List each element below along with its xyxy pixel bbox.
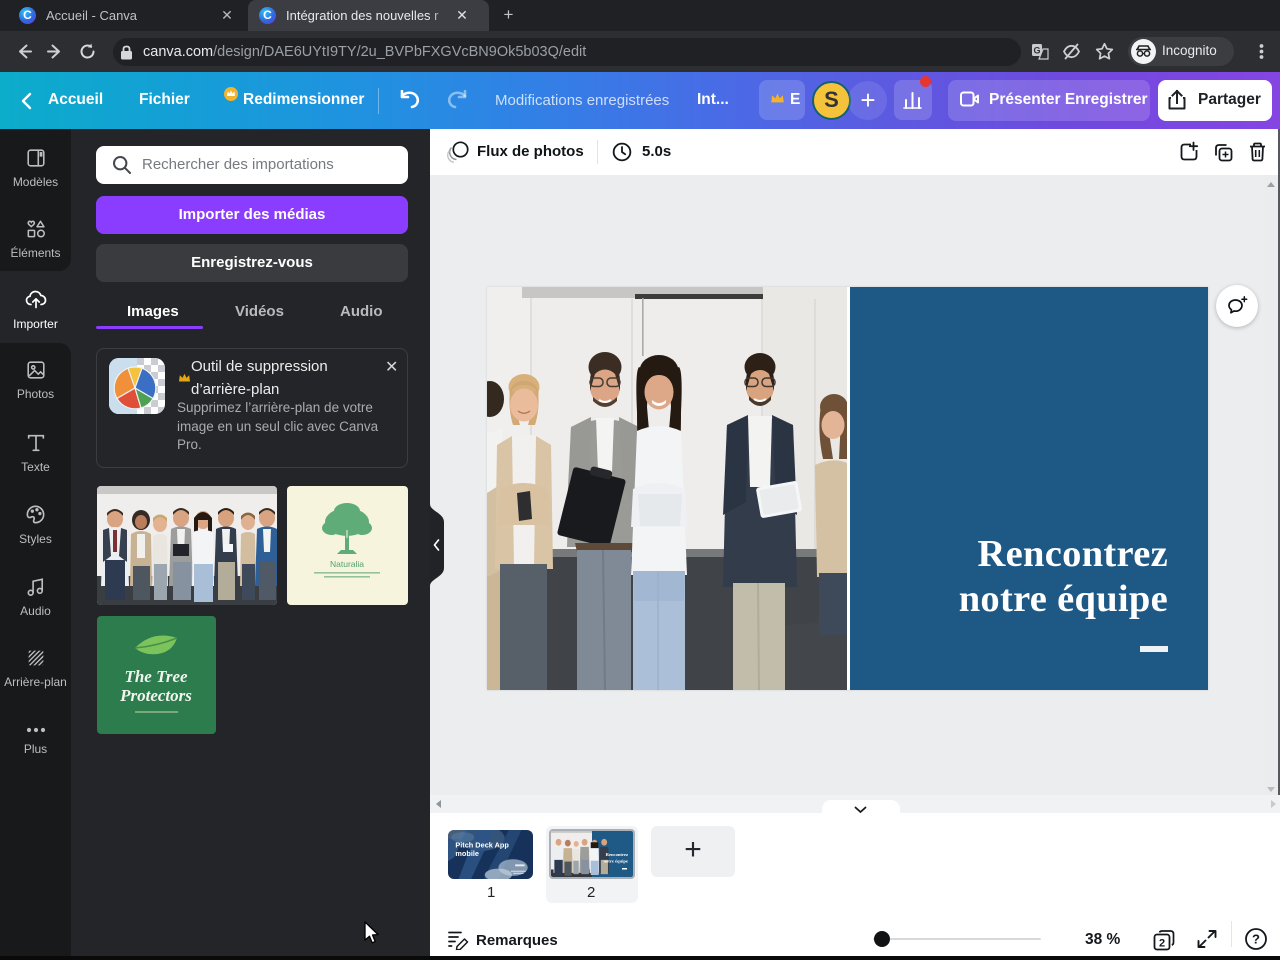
- svg-text:Protectors: Protectors: [119, 686, 192, 705]
- svg-text:The Tree: The Tree: [124, 667, 188, 686]
- svg-text:2: 2: [1159, 938, 1165, 950]
- svg-text:G: G: [1033, 46, 1040, 56]
- svg-text:Rencontrez: Rencontrez: [606, 852, 628, 857]
- svg-text:notre équipe: notre équipe: [603, 859, 628, 864]
- svg-text:Naturalia: Naturalia: [330, 559, 364, 569]
- svg-text:?: ?: [1252, 932, 1260, 947]
- svg-text:mobile: mobile: [455, 849, 479, 858]
